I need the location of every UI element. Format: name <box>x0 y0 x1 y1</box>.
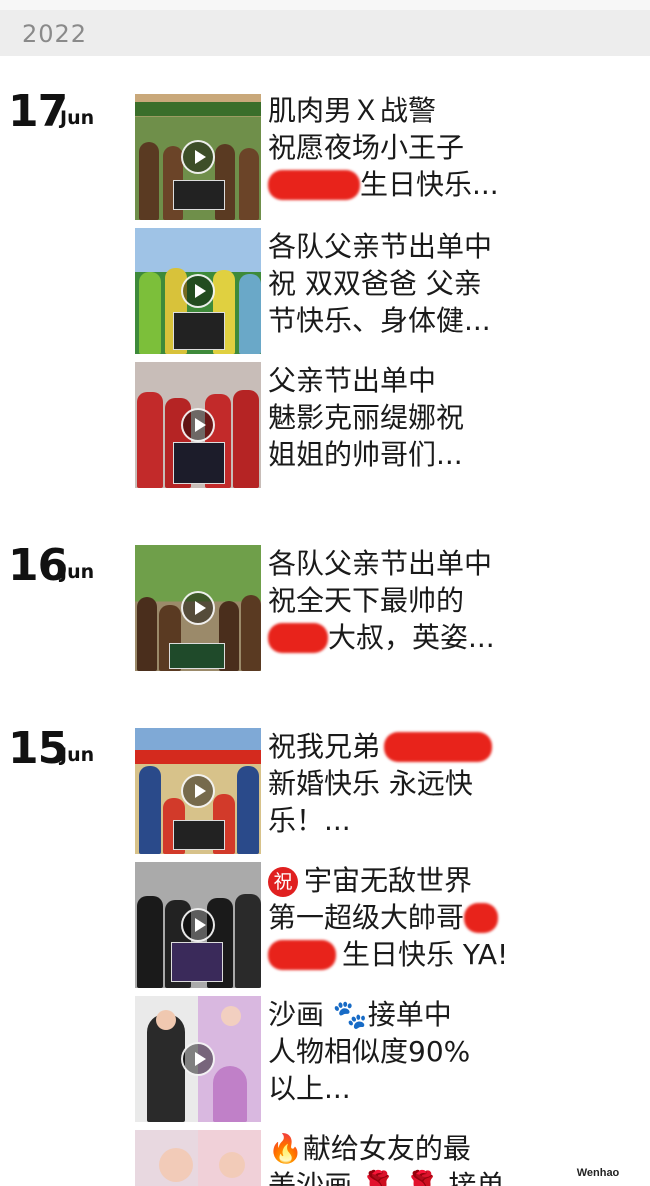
video-thumbnail[interactable] <box>135 94 261 220</box>
redaction <box>464 903 499 933</box>
post-text[interactable]: 祝宇宙无敌世界 第一超级大帥哥 生日快乐 YA! <box>268 862 538 973</box>
play-icon <box>181 908 215 942</box>
date-month: Jun <box>60 107 95 129</box>
post-text[interactable]: 父亲节出单中 魅影克丽缇娜祝 姐姐的帅哥们... <box>268 362 538 473</box>
post-text[interactable]: 祝我兄弟 新婚快乐 永远快 乐！... <box>268 728 538 839</box>
play-icon <box>181 774 215 808</box>
video-thumbnail[interactable] <box>135 545 261 671</box>
fire-icon: 🔥 <box>268 1132 303 1165</box>
video-thumbnail[interactable] <box>135 728 261 854</box>
date-day: 17 <box>8 86 68 137</box>
paw-prints-icon: 🐾 <box>332 998 368 1031</box>
video-thumbnail[interactable] <box>135 362 261 488</box>
date-month: Jun <box>60 561 95 583</box>
video-thumbnail[interactable] <box>135 1130 261 1186</box>
date-month: Jun <box>60 744 95 766</box>
redaction <box>268 940 336 970</box>
rose-icon: 🌹 <box>360 1169 396 1186</box>
blessing-badge-icon: 祝 <box>268 867 298 897</box>
post-text[interactable]: 各队父亲节出单中 祝 双双爸爸 父亲 节快乐、身体健... <box>268 228 538 339</box>
video-thumbnail[interactable] <box>135 862 261 988</box>
play-icon <box>181 140 215 174</box>
redaction <box>268 623 328 653</box>
redaction <box>268 170 360 200</box>
video-thumbnail[interactable] <box>135 996 261 1122</box>
play-icon <box>181 274 215 308</box>
date-day: 16 <box>8 540 68 591</box>
post-text[interactable]: 沙画 🐾接单中 人物相似度90% 以上... <box>268 996 538 1107</box>
rose-icon: 🌹 <box>404 1169 440 1186</box>
play-icon <box>181 1042 215 1076</box>
photo-credit: Wenhao (Screenshot) <box>546 1160 650 1186</box>
post-text[interactable]: 肌肉男Ｘ战警 祝愿夜场小王子 生日快乐... <box>268 92 538 203</box>
year-label: 2022 <box>22 20 88 48</box>
post-text[interactable]: 🔥献给女友的最 美沙画 🌹 🌹 接单 <box>268 1130 538 1186</box>
date-day: 15 <box>8 723 68 774</box>
video-thumbnail[interactable] <box>135 228 261 354</box>
play-icon <box>181 591 215 625</box>
year-header: 2022 <box>0 0 650 56</box>
redaction <box>384 732 493 762</box>
play-icon <box>181 408 215 442</box>
post-text[interactable]: 各队父亲节出单中 祝全天下最帅的 大叔，英姿... <box>268 545 538 656</box>
